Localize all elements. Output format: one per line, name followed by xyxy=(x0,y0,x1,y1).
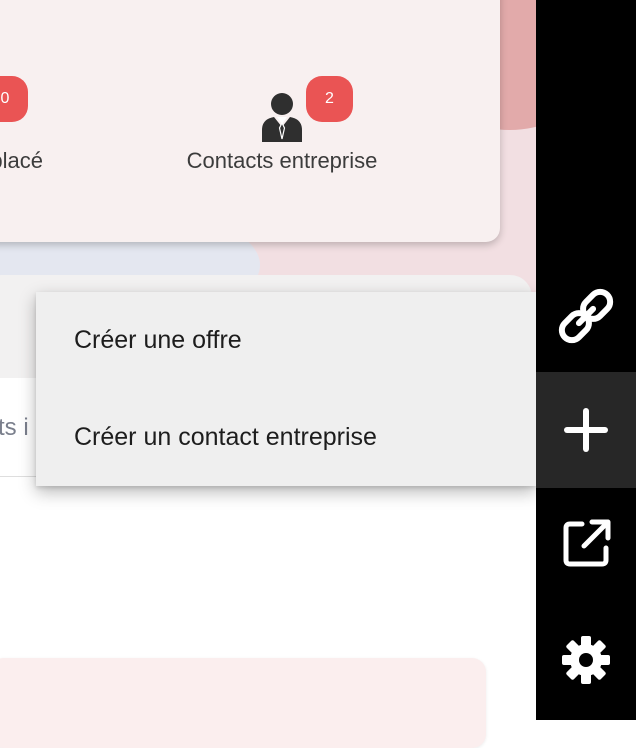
contacts-label: Contacts entreprise xyxy=(186,148,378,173)
side-toolbar xyxy=(536,0,636,720)
menu-item-label: Créer un contact entreprise xyxy=(74,423,377,451)
settings-button[interactable] xyxy=(536,602,636,718)
link-button[interactable] xyxy=(536,258,636,374)
business-person-icon xyxy=(262,93,302,142)
stats-card: 0 placé 2 Contacts entreprise xyxy=(0,0,500,242)
placed-label: placé xyxy=(0,148,43,173)
create-menu: Créer une offre Créer un contact entrepr… xyxy=(36,292,536,486)
menu-item-label: Créer une offre xyxy=(74,326,242,354)
bottom-card xyxy=(0,658,486,748)
open-external-button[interactable] xyxy=(536,486,636,602)
menu-item-create-company-contact[interactable]: Créer un contact entreprise xyxy=(36,389,536,486)
placed-count-badge: 0 xyxy=(0,76,28,122)
menu-item-create-offer[interactable]: Créer une offre xyxy=(36,292,536,389)
external-link-icon xyxy=(563,519,611,567)
gear-icon xyxy=(562,636,610,684)
plus-icon xyxy=(564,408,608,452)
search-input-value: ts i xyxy=(0,414,29,441)
add-button[interactable] xyxy=(536,372,636,488)
contacts-count-badge: 2 xyxy=(306,76,353,122)
link-icon xyxy=(558,288,614,344)
